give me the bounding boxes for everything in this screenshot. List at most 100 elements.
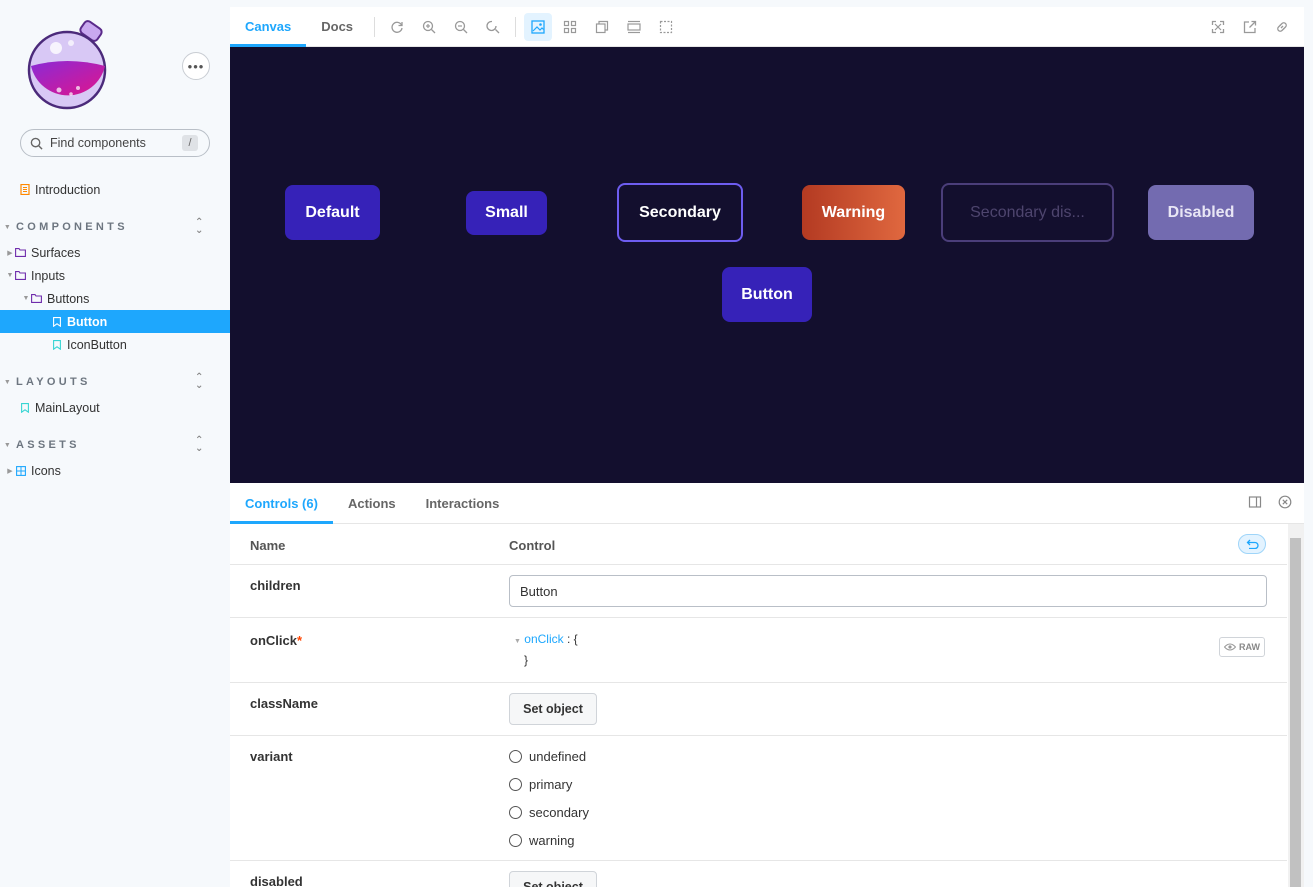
undo-icon [1246,539,1259,549]
main-preview: Canvas Docs Default Small Secondary Warn… [230,7,1304,887]
section-assets[interactable]: ▼ ASSETS ⌃ ⌄ [0,435,230,455]
radio-circle[interactable] [509,806,522,819]
fullscreen-icon[interactable] [1204,13,1232,41]
chevron-down-icon: ▼ [6,272,14,279]
prop-name: disabled [250,874,303,887]
section-layouts[interactable]: ▼ LAYOUTS ⌃ ⌄ [0,372,230,392]
expand-collapse-icon[interactable]: ⌃ ⌄ [195,373,207,391]
toolbar-divider [515,16,517,37]
sidebar-item-label: MainLayout [35,400,100,415]
copy-link-icon[interactable] [1268,13,1296,41]
chevron-down-icon: ▼ [3,223,15,231]
eye-icon [1224,643,1236,651]
folder-icon [15,247,26,258]
tab-canvas[interactable]: Canvas [230,7,307,47]
preview-button-disabled: Disabled [1148,185,1254,240]
search-shortcut-badge: / [182,135,198,151]
expand-collapse-icon[interactable]: ⌃ ⌄ [195,218,207,236]
chevron-down-icon[interactable]: ▼ [514,638,521,645]
preview-button-small[interactable]: Small [466,191,547,235]
search-icon [30,137,43,150]
panel-orientation-icon[interactable] [1248,495,1262,509]
sidebar-item-label: Button [67,314,108,329]
preview-canvas: Default Small Secondary Warning Secondar… [230,47,1304,483]
set-object-button[interactable]: Set object [509,693,597,725]
radio-label: primary [529,777,573,792]
grid-component-icon [15,465,26,476]
set-object-button[interactable]: Set object [509,871,597,887]
more-options-button[interactable]: ••• [182,52,210,80]
preview-button-secondary[interactable]: Secondary [617,183,743,242]
open-new-tab-icon[interactable] [1236,13,1264,41]
sidebar-item-iconbutton[interactable]: IconButton [0,333,230,356]
outline-icon[interactable] [652,13,680,41]
close-icon[interactable] [1278,495,1292,509]
scrollbar[interactable] [1288,524,1304,887]
section-label: ASSETS [16,439,80,451]
sidebar-item-introduction[interactable]: Introduction [0,178,230,201]
sidebar-item-label: Icons [31,463,61,478]
viewport-icon[interactable] [588,13,616,41]
sidebar-item-button[interactable]: Button [0,310,230,333]
column-header-name: Name [250,538,286,553]
radio-option-warning[interactable]: warning [509,833,575,848]
raw-toggle-button[interactable]: RAW [1219,637,1265,657]
raw-label: RAW [1239,642,1260,652]
background-image-icon[interactable] [524,12,553,41]
zoom-out-icon[interactable] [447,13,475,41]
zoom-reset-icon[interactable] [479,13,507,41]
object-brace-close: } [524,653,529,667]
tab-interactions[interactable]: Interactions [411,483,515,524]
preview-button-warning[interactable]: Warning [802,185,905,240]
panel-actions [1248,495,1292,509]
section-label: COMPONENTS [16,221,128,233]
tab-docs[interactable]: Docs [306,7,368,47]
search-input[interactable]: Find components / [20,129,210,157]
sidebar-item-buttons[interactable]: ▼ Buttons [0,287,230,310]
toolbar-divider [374,16,376,37]
prop-name: children [250,578,301,593]
section-label: LAYOUTS [16,376,91,388]
reload-icon[interactable] [383,13,411,41]
chevron-down-icon: ▼ [3,378,15,386]
scrollbar-thumb[interactable] [1290,538,1301,887]
search-placeholder: Find components [50,136,146,150]
children-text-input[interactable]: Button [509,575,1267,607]
potion-logo[interactable] [26,18,114,110]
controls-table: Name Control children Button onClick* ▼ … [230,524,1287,887]
zoom-in-icon[interactable] [415,13,443,41]
sidebar-item-inputs[interactable]: ▼ Inputs [0,264,230,287]
measure-icon[interactable] [620,13,648,41]
folder-icon [15,270,26,281]
reset-controls-button[interactable] [1238,534,1266,554]
radio-label: secondary [529,805,589,820]
table-row: disabled Set object [230,861,1287,887]
table-row: className Set object [230,683,1287,736]
preview-button-button[interactable]: Button [722,267,812,322]
onclick-object-viewer[interactable]: ▼ onClick : { } [514,632,578,667]
radio-option-secondary[interactable]: secondary [509,805,589,820]
sidebar-item-icons[interactable]: ▶ Icons [0,459,230,482]
radio-circle[interactable] [509,778,522,791]
table-row: variant undefined primary secondary warn… [230,736,1287,861]
tab-controls[interactable]: Controls (6) [230,483,333,524]
sidebar-item-surfaces[interactable]: ▶ Surfaces [0,241,230,264]
tab-actions[interactable]: Actions [333,483,411,524]
expand-collapse-icon[interactable]: ⌃ ⌄ [195,436,207,454]
object-key: onClick [524,632,564,646]
addons-panel-tabs: Controls (6) Actions Interactions [230,483,1304,524]
section-components[interactable]: ▼ COMPONENTS ⌃ ⌄ [0,217,230,237]
preview-button-default[interactable]: Default [285,185,380,240]
toolbar-right [1202,13,1298,41]
sidebar-item-mainlayout[interactable]: MainLayout [0,396,230,419]
toolbar: Canvas Docs [230,7,1304,47]
chevron-down-icon: ▼ [22,295,30,302]
radio-option-primary[interactable]: primary [509,777,572,792]
chevron-down-icon: ▼ [3,441,15,449]
chevron-right-icon: ▶ [7,467,13,475]
bookmark-icon [19,402,30,413]
radio-option-undefined[interactable]: undefined [509,749,586,764]
radio-circle[interactable] [509,834,522,847]
radio-circle[interactable] [509,750,522,763]
grid-icon[interactable] [556,13,584,41]
